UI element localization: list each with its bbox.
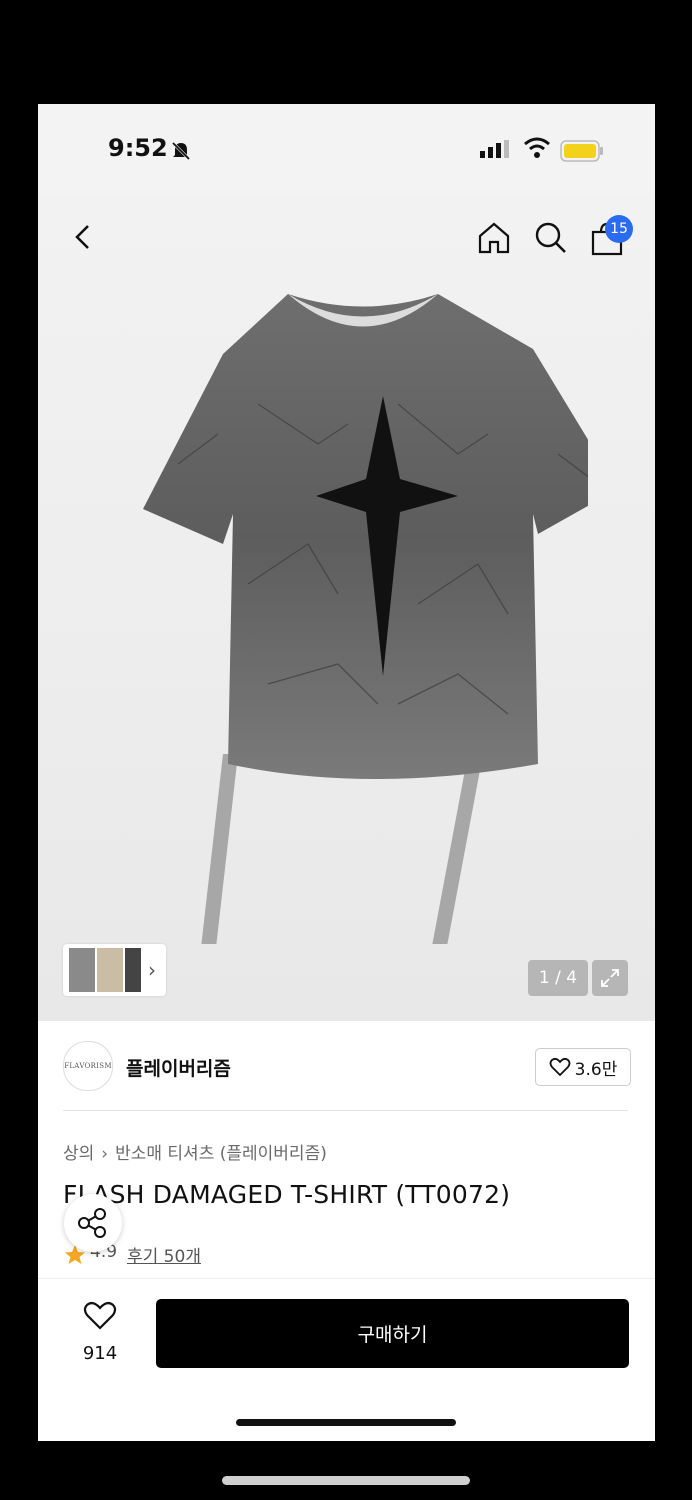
back-button[interactable] — [68, 222, 98, 252]
thumbnail-3[interactable] — [125, 948, 141, 992]
chevron-right-icon: › — [148, 958, 156, 982]
thumbnail-2[interactable] — [97, 948, 123, 992]
buy-button[interactable]: 구매하기 — [156, 1299, 629, 1368]
wishlist-count: 914 — [82, 1343, 118, 1364]
home-icon[interactable] — [476, 220, 512, 256]
reviews-link[interactable]: 후기 50개 — [127, 1242, 201, 1267]
thumbnail-1[interactable] — [69, 948, 95, 992]
cart-badge: 15 — [605, 215, 633, 243]
breadcrumb: 상의 › 반소매 티셔츠 (플레이버리즘) — [63, 1139, 327, 1164]
breadcrumb-item[interactable]: 상의 — [63, 1144, 94, 1164]
heart-icon — [549, 1057, 571, 1077]
product-image — [143, 294, 588, 944]
status-time: 9:52 — [108, 134, 168, 162]
bell-slash-icon — [171, 141, 191, 161]
product-title: FLASH DAMAGED T-SHIRT (TT0072) — [63, 1180, 511, 1209]
heart-icon — [83, 1301, 117, 1330]
expand-icon — [601, 969, 619, 987]
brand-like-count: 3.6만 — [574, 1059, 618, 1080]
signal-icon — [480, 140, 509, 158]
bottom-action-bar: 914 구매하기 — [38, 1278, 655, 1441]
expand-button[interactable] — [592, 960, 628, 996]
phone-screen: › 1 / 4 9:52 15 FLAVORISM 플레이버리즘 3.6만 상의… — [38, 104, 655, 1441]
brand-like-button[interactable]: 3.6만 — [535, 1048, 631, 1086]
search-icon[interactable] — [533, 220, 569, 256]
home-indicator — [236, 1419, 456, 1426]
image-counter: 1 / 4 — [528, 960, 588, 996]
status-bar: 9:52 — [38, 104, 655, 194]
brand-name[interactable]: 플레이버리즘 — [126, 1054, 231, 1081]
breadcrumb-item[interactable]: 반소매 티셔츠 (플레이버리즘) — [115, 1144, 327, 1164]
outer-home-indicator — [222, 1476, 470, 1485]
share-button[interactable] — [64, 1194, 122, 1252]
thumbnail-strip[interactable]: › — [63, 944, 166, 996]
chevron-right-icon: › — [101, 1144, 109, 1164]
brand-logo[interactable]: FLAVORISM — [63, 1041, 113, 1091]
share-icon — [78, 1208, 106, 1238]
wifi-icon — [524, 137, 550, 158]
wishlist-button[interactable] — [78, 1301, 122, 1335]
battery-icon — [560, 140, 603, 162]
divider — [63, 1110, 628, 1111]
